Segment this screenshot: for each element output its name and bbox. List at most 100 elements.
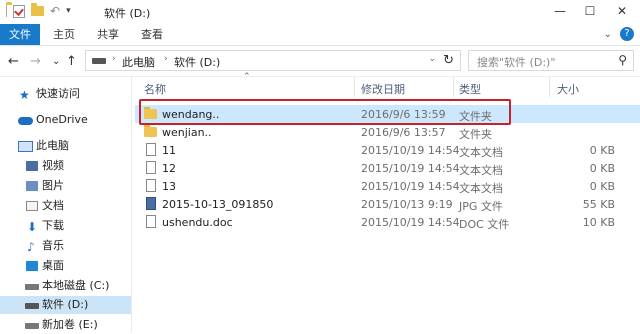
file-row[interactable]: 13 2015/10/19 14:54 文本文档 0 KB — [135, 177, 640, 195]
text-file-icon — [146, 161, 156, 174]
file-name: 12 — [162, 162, 176, 175]
file-type: 文件夹 — [459, 128, 492, 141]
recent-locations-button[interactable]: ⌄ — [52, 56, 60, 67]
computer-icon — [18, 141, 33, 152]
navigation-pane: ★ 快速访问 OneDrive 此电脑 视频 图片 文档 ⬇ 下载 ♪ 音乐 桌… — [0, 77, 131, 333]
refresh-button[interactable]: ↻ — [443, 53, 454, 68]
pane-divider[interactable] — [131, 77, 132, 333]
customize-quick-access-icon[interactable]: ▾ — [66, 6, 71, 16]
desktop-folder-icon — [26, 261, 38, 271]
sidebar-item-label: 桌面 — [42, 259, 64, 272]
sidebar-item-videos[interactable]: 视频 — [0, 157, 131, 175]
tab-view[interactable]: 查看 — [134, 24, 170, 45]
column-divider[interactable] — [549, 77, 550, 97]
minimize-button[interactable]: — — [550, 2, 570, 20]
sidebar-item-quick-access[interactable]: ★ 快速访问 — [0, 85, 131, 103]
sort-ascending-icon: ⌃ — [243, 72, 251, 82]
file-type: 文本文档 — [459, 182, 503, 195]
address-bar[interactable]: › 此电脑 › 软件 (D:) ⌄ ↻ — [85, 50, 461, 71]
sidebar-item-documents[interactable]: 文档 — [0, 197, 131, 215]
sidebar-item-label: 快速访问 — [36, 87, 80, 100]
column-header-name[interactable]: 名称 — [144, 81, 166, 97]
sidebar-item-label: 本地磁盘 (C:) — [42, 279, 110, 292]
sidebar-item-downloads[interactable]: ⬇ 下载 — [0, 217, 131, 235]
up-button[interactable]: ↑ — [66, 54, 77, 69]
column-divider[interactable] — [453, 77, 454, 97]
sidebar-item-music[interactable]: ♪ 音乐 — [0, 237, 131, 255]
sidebar-item-drive-c[interactable]: 本地磁盘 (C:) — [0, 277, 131, 295]
column-header-size[interactable]: 大小 — [557, 81, 579, 97]
file-name: ushendu.doc — [162, 216, 233, 229]
documents-folder-icon — [26, 201, 38, 211]
sidebar-item-onedrive[interactable]: OneDrive — [0, 111, 131, 129]
column-divider[interactable] — [354, 77, 355, 97]
breadcrumb-drive-d[interactable]: 软件 (D:) — [174, 54, 220, 70]
file-name: 13 — [162, 180, 176, 193]
tab-share[interactable]: 共享 — [90, 24, 126, 45]
file-date: 2015/10/19 14:54 — [361, 162, 460, 175]
sidebar-item-this-pc[interactable]: 此电脑 — [0, 137, 131, 155]
file-row[interactable]: ushendu.doc 2015/10/19 14:54 DOC 文件 10 K… — [135, 213, 640, 231]
download-arrow-icon: ⬇ — [27, 220, 38, 234]
file-type: 文本文档 — [459, 164, 503, 177]
sidebar-item-label: OneDrive — [36, 113, 88, 126]
expand-ribbon-icon[interactable]: ⌄ — [604, 29, 612, 40]
undo-icon[interactable]: ↶ — [50, 4, 60, 18]
file-row[interactable]: wenjian.. 2016/9/6 13:57 文件夹 — [135, 123, 640, 141]
close-button[interactable]: ✕ — [612, 2, 632, 20]
forward-button[interactable]: → — [30, 54, 41, 69]
file-row[interactable]: 12 2015/10/19 14:54 文本文档 0 KB — [135, 159, 640, 177]
help-icon[interactable]: ? — [620, 27, 634, 41]
window-title: 软件 (D:) — [104, 7, 151, 20]
sidebar-item-label: 此电脑 — [36, 139, 69, 152]
sidebar-item-label: 新加卷 (E:) — [42, 318, 98, 331]
ribbon-tabs: 文件 主页 共享 查看 ⌄ ? — [0, 24, 640, 46]
search-input[interactable]: 搜索"软件 (D:)" ⚲ — [468, 50, 634, 71]
file-size: 55 KB — [582, 198, 615, 211]
drive-icon — [25, 284, 39, 290]
breadcrumb-separator[interactable]: › — [164, 54, 168, 64]
sidebar-item-drive-d[interactable]: 软件 (D:) — [0, 296, 131, 314]
back-button[interactable]: ← — [8, 54, 19, 69]
file-date: 2015/10/19 14:54 — [361, 144, 460, 157]
search-placeholder: 搜索"软件 (D:)" — [477, 56, 556, 69]
file-date: 2015/10/19 14:54 — [361, 216, 460, 229]
folder-icon — [144, 125, 157, 137]
breadcrumb-separator[interactable]: › — [112, 54, 116, 64]
new-folder-icon[interactable] — [31, 3, 44, 16]
maximize-button[interactable]: ☐ — [580, 2, 600, 20]
file-row[interactable]: 11 2015/10/19 14:54 文本文档 0 KB — [135, 141, 640, 159]
text-file-icon — [146, 143, 156, 156]
video-folder-icon — [26, 161, 38, 171]
file-date: 2015/10/13 9:19 — [361, 198, 453, 211]
folder-icon — [6, 2, 12, 17]
drive-icon — [25, 303, 39, 309]
file-name: 11 — [162, 144, 176, 157]
drive-icon — [25, 323, 39, 329]
column-header-type[interactable]: 类型 — [459, 81, 481, 97]
column-header-date[interactable]: 修改日期 — [361, 81, 405, 97]
file-size: 0 KB — [589, 180, 615, 193]
file-row[interactable]: 2015-10-13_091850 2015/10/13 9:19 JPG 文件… — [135, 195, 640, 213]
music-note-icon: ♪ — [27, 240, 35, 254]
breadcrumb-this-pc[interactable]: 此电脑 — [122, 54, 155, 70]
sidebar-item-label: 软件 (D:) — [42, 298, 89, 311]
search-icon[interactable]: ⚲ — [618, 53, 627, 67]
file-size: 10 KB — [582, 216, 615, 229]
chevron-down-icon[interactable]: ⌄ — [428, 54, 436, 64]
sidebar-item-label: 视频 — [42, 159, 64, 172]
sidebar-item-pictures[interactable]: 图片 — [0, 177, 131, 195]
tab-file[interactable]: 文件 — [0, 24, 40, 45]
file-name: wenjian.. — [162, 126, 212, 139]
sidebar-item-label: 文档 — [42, 199, 64, 212]
file-size: 0 KB — [589, 144, 615, 157]
pictures-folder-icon — [26, 181, 38, 191]
sidebar-item-drive-e[interactable]: 新加卷 (E:) — [0, 316, 131, 334]
star-icon: ★ — [19, 88, 30, 102]
sidebar-item-label: 图片 — [42, 179, 64, 192]
tab-home[interactable]: 主页 — [46, 24, 82, 45]
sidebar-item-desktop[interactable]: 桌面 — [0, 257, 131, 275]
properties-icon[interactable] — [13, 4, 25, 18]
file-date: 2015/10/19 14:54 — [361, 180, 460, 193]
file-type: JPG 文件 — [459, 200, 503, 213]
